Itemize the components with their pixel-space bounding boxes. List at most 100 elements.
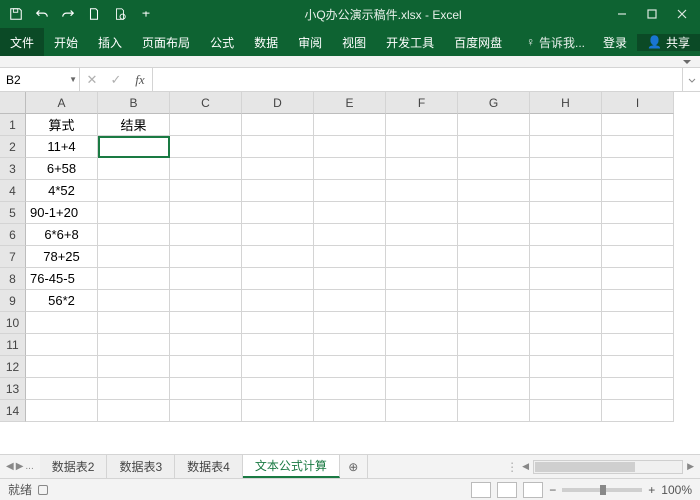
cell-F4[interactable]	[386, 180, 458, 202]
qat-customize-button[interactable]	[134, 2, 158, 26]
accept-formula-button[interactable]: ✓	[104, 72, 128, 88]
row-header-9[interactable]: 9	[0, 290, 26, 312]
split-handle-icon[interactable]: ⋮	[506, 460, 518, 474]
tab-baidu[interactable]: 百度网盘	[444, 28, 512, 56]
cell-I5[interactable]	[602, 202, 674, 224]
cell-C10[interactable]	[170, 312, 242, 334]
cell-F8[interactable]	[386, 268, 458, 290]
cell-E7[interactable]	[314, 246, 386, 268]
sheet-tab-1[interactable]: 数据表3	[107, 455, 175, 478]
cell-E3[interactable]	[314, 158, 386, 180]
cell-G2[interactable]	[458, 136, 530, 158]
new-button[interactable]	[82, 2, 106, 26]
formula-input[interactable]	[153, 68, 682, 91]
redo-button[interactable]	[56, 2, 80, 26]
cell-G12[interactable]	[458, 356, 530, 378]
cell-G1[interactable]	[458, 114, 530, 136]
cell-H1[interactable]	[530, 114, 602, 136]
cell-C9[interactable]	[170, 290, 242, 312]
cell-D6[interactable]	[242, 224, 314, 246]
cell-D14[interactable]	[242, 400, 314, 422]
cell-F1[interactable]	[386, 114, 458, 136]
cell-A3[interactable]: 6+58	[26, 158, 98, 180]
zoom-level[interactable]: 100%	[661, 483, 692, 497]
cell-I14[interactable]	[602, 400, 674, 422]
cell-A2[interactable]: 11+4	[26, 136, 98, 158]
cell-B7[interactable]	[98, 246, 170, 268]
cell-A7[interactable]: 78+25	[26, 246, 98, 268]
sheet-nav-more-icon[interactable]: ...	[25, 461, 33, 472]
cell-C1[interactable]	[170, 114, 242, 136]
col-header-E[interactable]: E	[314, 92, 386, 114]
cell-E10[interactable]	[314, 312, 386, 334]
zoom-in-button[interactable]: +	[648, 483, 655, 497]
cell-D4[interactable]	[242, 180, 314, 202]
cell-D8[interactable]	[242, 268, 314, 290]
cell-H8[interactable]	[530, 268, 602, 290]
cell-G11[interactable]	[458, 334, 530, 356]
cell-H13[interactable]	[530, 378, 602, 400]
cell-D1[interactable]	[242, 114, 314, 136]
cell-A8[interactable]: 76-45-5	[26, 268, 98, 290]
select-all-corner[interactable]	[0, 92, 26, 114]
cell-G13[interactable]	[458, 378, 530, 400]
name-box-dropdown-icon[interactable]: ▼	[69, 75, 77, 84]
tab-home[interactable]: 开始	[44, 28, 88, 56]
tab-layout[interactable]: 页面布局	[132, 28, 200, 56]
sheet-tab-0[interactable]: 数据表2	[40, 455, 108, 478]
cell-E11[interactable]	[314, 334, 386, 356]
cell-C14[interactable]	[170, 400, 242, 422]
row-header-1[interactable]: 1	[0, 114, 26, 136]
cell-C12[interactable]	[170, 356, 242, 378]
cell-G14[interactable]	[458, 400, 530, 422]
cell-B10[interactable]	[98, 312, 170, 334]
tab-view[interactable]: 视图	[332, 28, 376, 56]
tab-insert[interactable]: 插入	[88, 28, 132, 56]
cell-G10[interactable]	[458, 312, 530, 334]
cell-H2[interactable]	[530, 136, 602, 158]
cell-B3[interactable]	[98, 158, 170, 180]
cell-H6[interactable]	[530, 224, 602, 246]
cell-E12[interactable]	[314, 356, 386, 378]
cell-D7[interactable]	[242, 246, 314, 268]
col-header-C[interactable]: C	[170, 92, 242, 114]
cell-D11[interactable]	[242, 334, 314, 356]
cell-E14[interactable]	[314, 400, 386, 422]
cell-C5[interactable]	[170, 202, 242, 224]
cell-H14[interactable]	[530, 400, 602, 422]
login-button[interactable]: 登录	[593, 34, 637, 51]
cell-G3[interactable]	[458, 158, 530, 180]
row-header-8[interactable]: 8	[0, 268, 26, 290]
row-header-4[interactable]: 4	[0, 180, 26, 202]
cell-I7[interactable]	[602, 246, 674, 268]
tell-me[interactable]: ♀告诉我...	[518, 34, 593, 51]
cell-C2[interactable]	[170, 136, 242, 158]
cell-D3[interactable]	[242, 158, 314, 180]
cell-B13[interactable]	[98, 378, 170, 400]
cell-G6[interactable]	[458, 224, 530, 246]
cell-A6[interactable]: 6*6+8	[26, 224, 98, 246]
cell-C13[interactable]	[170, 378, 242, 400]
row-header-12[interactable]: 12	[0, 356, 26, 378]
cell-D12[interactable]	[242, 356, 314, 378]
row-header-13[interactable]: 13	[0, 378, 26, 400]
row-header-14[interactable]: 14	[0, 400, 26, 422]
cell-A4[interactable]: 4*52	[26, 180, 98, 202]
save-button[interactable]	[4, 2, 28, 26]
cell-D2[interactable]	[242, 136, 314, 158]
cell-B6[interactable]	[98, 224, 170, 246]
cell-G9[interactable]	[458, 290, 530, 312]
close-button[interactable]	[668, 2, 696, 26]
cell-I13[interactable]	[602, 378, 674, 400]
cell-H10[interactable]	[530, 312, 602, 334]
tab-data[interactable]: 数据	[244, 28, 288, 56]
cell-I1[interactable]	[602, 114, 674, 136]
cell-I12[interactable]	[602, 356, 674, 378]
cell-F10[interactable]	[386, 312, 458, 334]
cell-B8[interactable]	[98, 268, 170, 290]
sheet-tab-2[interactable]: 数据表4	[175, 455, 243, 478]
row-header-10[interactable]: 10	[0, 312, 26, 334]
col-header-F[interactable]: F	[386, 92, 458, 114]
cell-F5[interactable]	[386, 202, 458, 224]
cell-B4[interactable]	[98, 180, 170, 202]
